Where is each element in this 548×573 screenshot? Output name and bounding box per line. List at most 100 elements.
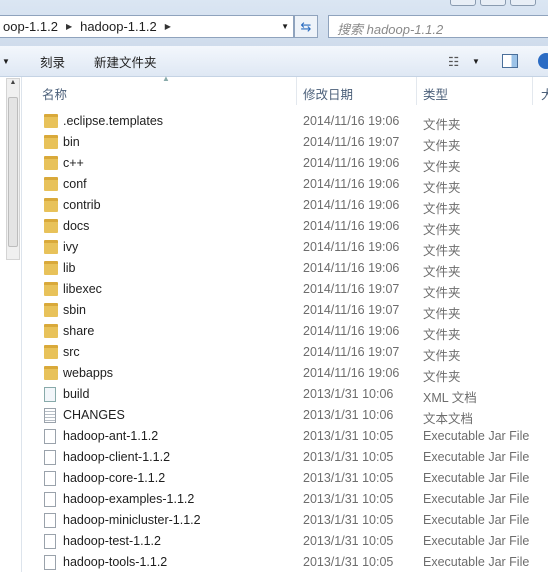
- file-name: webapps: [63, 366, 114, 380]
- file-name: bin: [63, 135, 80, 149]
- file-date: 2014/11/16 19:06: [303, 198, 400, 212]
- file-date: 2014/11/16 19:06: [303, 324, 400, 338]
- chevron-right-icon[interactable]: ▶: [66, 22, 72, 31]
- file-row[interactable]: docs 2014/11/16 19:06 文件夹: [22, 216, 548, 237]
- file-date: 2014/11/16 19:07: [303, 303, 400, 317]
- file-name: lib: [63, 261, 76, 275]
- file-date: 2013/1/31 10:05: [303, 429, 394, 443]
- file-row[interactable]: hadoop-minicluster-1.1.2 2013/1/31 10:05…: [22, 510, 548, 531]
- file-type: 文件夹: [423, 160, 461, 174]
- sort-arrow-icon: ▲: [162, 74, 170, 83]
- file-row[interactable]: CHANGES 2013/1/31 10:06 文本文档: [22, 405, 548, 426]
- file-row[interactable]: c++ 2014/11/16 19:06 文件夹: [22, 153, 548, 174]
- file-row[interactable]: share 2014/11/16 19:06 文件夹: [22, 321, 548, 342]
- file-name: share: [63, 324, 95, 338]
- help-icon[interactable]: [538, 53, 548, 69]
- file-type: 文件夹: [423, 328, 461, 342]
- file-icon: [44, 429, 56, 444]
- refresh-button[interactable]: ⇆: [294, 15, 318, 38]
- file-icon: [44, 450, 56, 465]
- file-row[interactable]: hadoop-ant-1.1.2 2013/1/31 10:05 Executa…: [22, 426, 548, 447]
- close-button[interactable]: [510, 0, 536, 6]
- scrollbar[interactable]: ▲: [6, 78, 20, 260]
- maximize-button[interactable]: [480, 0, 506, 6]
- file-name: sbin: [63, 303, 86, 317]
- breadcrumb-item[interactable]: hadoop-1.1.2: [80, 19, 157, 34]
- file-date: 2014/11/16 19:07: [303, 345, 400, 359]
- file-date: 2014/11/16 19:06: [303, 114, 400, 128]
- file-type: 文件夹: [423, 307, 461, 321]
- file-type: Executable Jar File: [423, 450, 530, 464]
- file-row[interactable]: hadoop-core-1.1.2 2013/1/31 10:05 Execut…: [22, 468, 548, 489]
- folder-icon: [44, 219, 58, 233]
- file-row[interactable]: src 2014/11/16 19:07 文件夹: [22, 342, 548, 363]
- preview-pane-icon[interactable]: [502, 54, 518, 68]
- folder-icon: [44, 303, 58, 317]
- file-row[interactable]: hadoop-client-1.1.2 2013/1/31 10:05 Exec…: [22, 447, 548, 468]
- breadcrumb-item[interactable]: oop-1.1.2: [3, 19, 58, 34]
- chevron-down-icon[interactable]: ▼: [281, 22, 289, 31]
- file-name: hadoop-minicluster-1.1.2: [63, 513, 201, 527]
- file-row[interactable]: .eclipse.templates 2014/11/16 19:06 文件夹: [22, 111, 548, 132]
- folder-icon: [44, 366, 58, 380]
- file-name: hadoop-client-1.1.2: [63, 450, 171, 464]
- file-name: libexec: [63, 282, 102, 296]
- file-date: 2013/1/31 10:05: [303, 534, 394, 548]
- file-name: CHANGES: [63, 408, 125, 422]
- folder-icon: [44, 135, 58, 149]
- file-name: hadoop-tools-1.1.2: [63, 555, 168, 569]
- file-icon: [44, 492, 56, 507]
- file-row[interactable]: lib 2014/11/16 19:06 文件夹: [22, 258, 548, 279]
- file-icon: [44, 387, 56, 402]
- column-date[interactable]: 修改日期: [303, 84, 353, 103]
- column-name[interactable]: 名称: [42, 84, 67, 103]
- file-date: 2014/11/16 19:07: [303, 135, 400, 149]
- file-icon: [44, 555, 56, 570]
- file-type: 文件夹: [423, 370, 461, 384]
- file-date: 2014/11/16 19:07: [303, 282, 400, 296]
- file-row[interactable]: build 2013/1/31 10:06 XML 文档: [22, 384, 548, 405]
- file-icon: [44, 534, 56, 549]
- new-folder-button[interactable]: 新建文件夹: [94, 52, 157, 71]
- file-row[interactable]: hadoop-examples-1.1.2 2013/1/31 10:05 Ex…: [22, 489, 548, 510]
- file-row[interactable]: hadoop-tools-1.1.2 2013/1/31 10:05 Execu…: [22, 552, 548, 573]
- file-type: Executable Jar File: [423, 429, 530, 443]
- scroll-up-icon[interactable]: ▲: [7, 79, 19, 86]
- file-row[interactable]: bin 2014/11/16 19:07 文件夹: [22, 132, 548, 153]
- file-name: ivy: [63, 240, 79, 254]
- scrollbar-thumb[interactable]: [8, 97, 18, 247]
- search-input[interactable]: 搜索 hadoop-1.1.2: [328, 15, 548, 38]
- column-type[interactable]: 类型: [423, 84, 448, 103]
- file-row[interactable]: hadoop-test-1.1.2 2013/1/31 10:05 Execut…: [22, 531, 548, 552]
- file-row[interactable]: ivy 2014/11/16 19:06 文件夹: [22, 237, 548, 258]
- address-bar[interactable]: oop-1.1.2 ▶ hadoop-1.1.2 ▶ ▼: [0, 15, 294, 38]
- chevron-down-icon[interactable]: ▼: [472, 57, 480, 66]
- folder-icon: [44, 177, 58, 191]
- file-type: 文件夹: [423, 223, 461, 237]
- file-row[interactable]: contrib 2014/11/16 19:06 文件夹: [22, 195, 548, 216]
- file-type: 文本文档: [423, 412, 474, 426]
- column-size[interactable]: 大: [541, 84, 548, 103]
- minimize-button[interactable]: [450, 0, 476, 6]
- file-row[interactable]: libexec 2014/11/16 19:07 文件夹: [22, 279, 548, 300]
- file-type: 文件夹: [423, 244, 461, 258]
- file-row[interactable]: conf 2014/11/16 19:06 文件夹: [22, 174, 548, 195]
- chevron-down-icon[interactable]: ▼: [2, 57, 10, 66]
- chevron-right-icon[interactable]: ▶: [165, 22, 171, 31]
- file-name: build: [63, 387, 90, 401]
- view-options-icon[interactable]: ☷: [448, 54, 459, 69]
- file-date: 2013/1/31 10:05: [303, 471, 394, 485]
- title-bar: oop-1.1.2 ▶ hadoop-1.1.2 ▶ ▼ ⇆ 搜索 hadoop…: [0, 0, 548, 46]
- file-date: 2013/1/31 10:06: [303, 387, 394, 401]
- file-type: Executable Jar File: [423, 492, 530, 506]
- folder-icon: [44, 156, 58, 170]
- toolbar: ▼ 刻录 新建文件夹 ☷ ▼: [0, 46, 548, 77]
- file-date: 2013/1/31 10:05: [303, 555, 394, 569]
- folder-icon: [44, 345, 58, 359]
- burn-button[interactable]: 刻录: [40, 52, 65, 71]
- file-icon: [44, 408, 56, 423]
- folder-icon: [44, 282, 58, 296]
- file-row[interactable]: webapps 2014/11/16 19:06 文件夹: [22, 363, 548, 384]
- file-name: contrib: [63, 198, 101, 212]
- file-row[interactable]: sbin 2014/11/16 19:07 文件夹: [22, 300, 548, 321]
